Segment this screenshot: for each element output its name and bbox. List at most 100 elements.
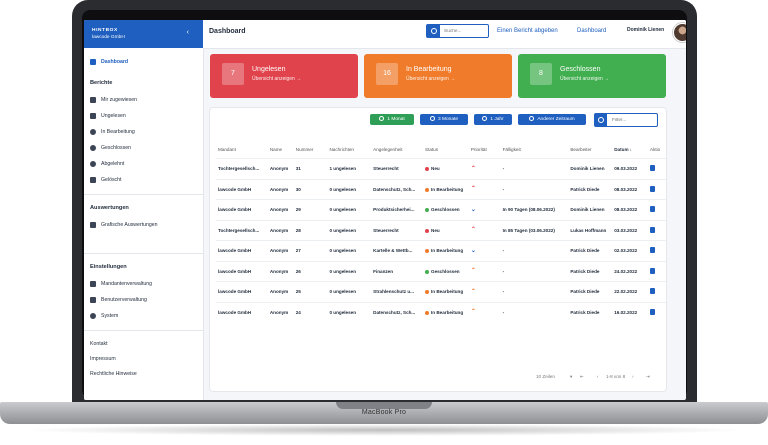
document-icon[interactable] <box>650 206 656 213</box>
card-link[interactable]: Übersicht anzeigen → <box>560 76 609 82</box>
sidebar-item-benutzerverwaltung[interactable]: Benutzerverwaltung <box>84 292 203 308</box>
cell-nachrichten: 0 ungelesen <box>327 281 372 302</box>
cell-name: Anonym <box>267 178 294 200</box>
col-datum[interactable]: Datum ↓ <box>612 140 648 159</box>
prev-page-icon[interactable]: ‹ <box>597 374 599 379</box>
cell-mandant: lawcode GmbH <box>216 301 268 322</box>
card-geschlossen[interactable]: 8 Geschlossen Übersicht anzeigen → <box>518 54 666 98</box>
table-row[interactable]: Tochtergesellsch... Anonym 28 0 ungelesen St… <box>216 219 666 241</box>
status-label: Neu <box>431 166 440 172</box>
search-icon[interactable] <box>595 114 607 126</box>
cell-faelligkeit: - <box>500 260 569 282</box>
search-input[interactable] <box>442 26 490 37</box>
col-nummer[interactable]: Nummer <box>294 140 328 159</box>
cell-bearbeiter: Patrick Diede <box>568 260 613 282</box>
cell-faelligkeit: - <box>500 158 569 179</box>
document-icon[interactable] <box>650 165 656 172</box>
chevron-left-icon[interactable]: ‹ <box>187 29 189 36</box>
cell-nummer: 25 <box>293 281 328 302</box>
cell-status: In Bearbeitung <box>423 281 469 302</box>
col-bearbeiter[interactable]: Bearbeiter <box>568 140 612 159</box>
sidebar-item-geloescht[interactable]: Gelöscht <box>84 172 203 188</box>
cell-bearbeiter: Dominik Lienen <box>568 158 613 179</box>
range-button-1-jahr[interactable]: 1 Jahr <box>474 114 512 125</box>
cell-datum: 22.02.2022 <box>612 281 649 302</box>
report-link[interactable]: Einen Bericht abgeben <box>497 28 558 34</box>
col-prioritaet[interactable]: Priorität <box>469 140 501 159</box>
progress-icon <box>90 129 96 135</box>
footer-link-kontakt[interactable]: Kontakt <box>84 337 203 352</box>
sidebar-item-label: Mir zugewiesen <box>101 97 138 103</box>
cell-nummer: 26 <box>293 260 328 282</box>
footer-link-rechtliche-hinweise[interactable]: Rechtliche Hinweise <box>84 367 203 382</box>
table-row[interactable]: lawcode GmbH Anonym 26 0 ungelesen Finanzen G… <box>216 260 666 282</box>
col-name[interactable]: Name <box>268 140 294 159</box>
sidebar-item-in-bearbeitung[interactable]: In Bearbeitung <box>84 124 203 140</box>
rows-per-page-select[interactable]: 10 Zeilen <box>536 374 555 379</box>
minus-circle-icon <box>90 161 96 167</box>
cell-angelegenheit: Strahlenschutz u... <box>371 281 423 302</box>
table-row[interactable]: Tochtergesellsch... Anonym 31 1 ungelesen St… <box>216 158 666 179</box>
user-name[interactable]: Dominik Lienen <box>627 27 664 33</box>
col-mandant[interactable]: Mandant <box>216 140 268 159</box>
footer-link-impressum[interactable]: Impressum <box>84 352 203 367</box>
sidebar-item-geschlossen[interactable]: Geschlossen <box>84 140 203 156</box>
card-link[interactable]: Übersicht anzeigen → <box>406 76 455 82</box>
cell-bearbeiter: Patrick Diede <box>568 178 613 200</box>
col-nachrichten[interactable]: Nachrichten <box>327 140 371 159</box>
table-row[interactable]: lawcode GmbH Anonym 24 0 ungelesen Datenschu… <box>216 301 666 322</box>
dashboard-link[interactable]: Dashboard <box>577 28 606 34</box>
col-faelligkeit[interactable]: Fälligkeit <box>501 140 569 159</box>
document-icon[interactable] <box>650 226 656 233</box>
cell-nummer: 30 <box>293 178 328 200</box>
cell-angelegenheit: Finanzen <box>371 260 423 282</box>
table-row[interactable]: lawcode GmbH Anonym 25 0 ungelesen Strahlens… <box>216 281 666 302</box>
table-row[interactable]: lawcode GmbH Anonym 29 0 ungelesen Produktsi… <box>216 199 666 220</box>
cell-aktion <box>648 260 666 282</box>
sidebar-item-mir-zugewiesen[interactable]: Mir zugewiesen <box>84 92 203 108</box>
card-count: 8 <box>530 63 552 85</box>
card-link[interactable]: Übersicht anzeigen → <box>252 76 301 82</box>
sidebar-item-ungelesen[interactable]: Ungelesen <box>84 108 203 124</box>
chevron-up-icon: ⌃ <box>470 309 476 316</box>
card-count: 16 <box>376 63 398 85</box>
sidebar-item-abgelehnt[interactable]: Abgelehnt <box>84 156 203 172</box>
sidebar-item-system[interactable]: System <box>84 308 203 324</box>
cell-nachrichten: 0 ungelesen <box>327 260 372 282</box>
sidebar-item-label: Ungelesen <box>101 113 126 119</box>
filter-input[interactable] <box>610 115 658 126</box>
avatar[interactable] <box>673 23 686 42</box>
table-row[interactable]: lawcode GmbH Anonym 30 0 ungelesen Datenschu… <box>216 178 666 200</box>
section-heading-einstellungen: Einstellungen <box>90 264 127 270</box>
range-button-1-monat[interactable]: 1 Monat <box>370 114 414 125</box>
sidebar-item-label: In Bearbeitung <box>101 129 135 135</box>
last-page-icon[interactable]: ⇥ <box>646 374 650 380</box>
status-dot-icon <box>425 167 429 172</box>
sidebar-item-dashboard[interactable]: Dashboard <box>84 54 203 70</box>
next-page-icon[interactable]: › <box>632 374 634 379</box>
document-icon[interactable] <box>650 267 656 274</box>
range-button-anderer-zeitraum[interactable]: Anderer Zeitraum <box>518 114 586 125</box>
document-icon[interactable] <box>650 247 656 254</box>
cell-name: Anonym <box>267 260 294 282</box>
cell-angelegenheit: Steuerrecht <box>371 158 423 179</box>
card-ungelesen[interactable]: 7 Ungelesen Übersicht anzeigen → <box>210 54 358 98</box>
document-icon[interactable] <box>650 308 656 315</box>
first-page-icon[interactable]: ⇤ <box>580 374 584 380</box>
document-icon[interactable] <box>650 185 656 192</box>
sidebar-item-grafische-auswertungen[interactable]: Grafische Auswertungen <box>84 217 203 233</box>
col-angelegenheit[interactable]: Angelegenheit <box>371 140 423 159</box>
chevron-down-icon[interactable]: ▾ <box>570 374 572 380</box>
sidebar-item-label: System <box>101 313 119 319</box>
cell-status: Geschlossen <box>423 199 469 220</box>
col-status[interactable]: Status <box>423 140 469 159</box>
card-label: In Bearbeitung <box>406 66 452 73</box>
range-button-3-monate[interactable]: 3 Monate <box>420 114 468 125</box>
table-row[interactable]: lawcode GmbH Anonym 27 0 ungelesen Kartelle … <box>216 240 666 261</box>
search-icon[interactable] <box>427 25 440 37</box>
card-in-bearbeitung[interactable]: 16 In Bearbeitung Übersicht anzeigen → <box>364 54 512 98</box>
status-label: Geschlossen <box>431 207 460 213</box>
sidebar-item-mandantenverwaltung[interactable]: Mandantenverwaltung <box>84 276 203 292</box>
document-icon[interactable] <box>650 288 656 295</box>
section-heading-auswertungen: Auswertungen <box>90 205 129 211</box>
